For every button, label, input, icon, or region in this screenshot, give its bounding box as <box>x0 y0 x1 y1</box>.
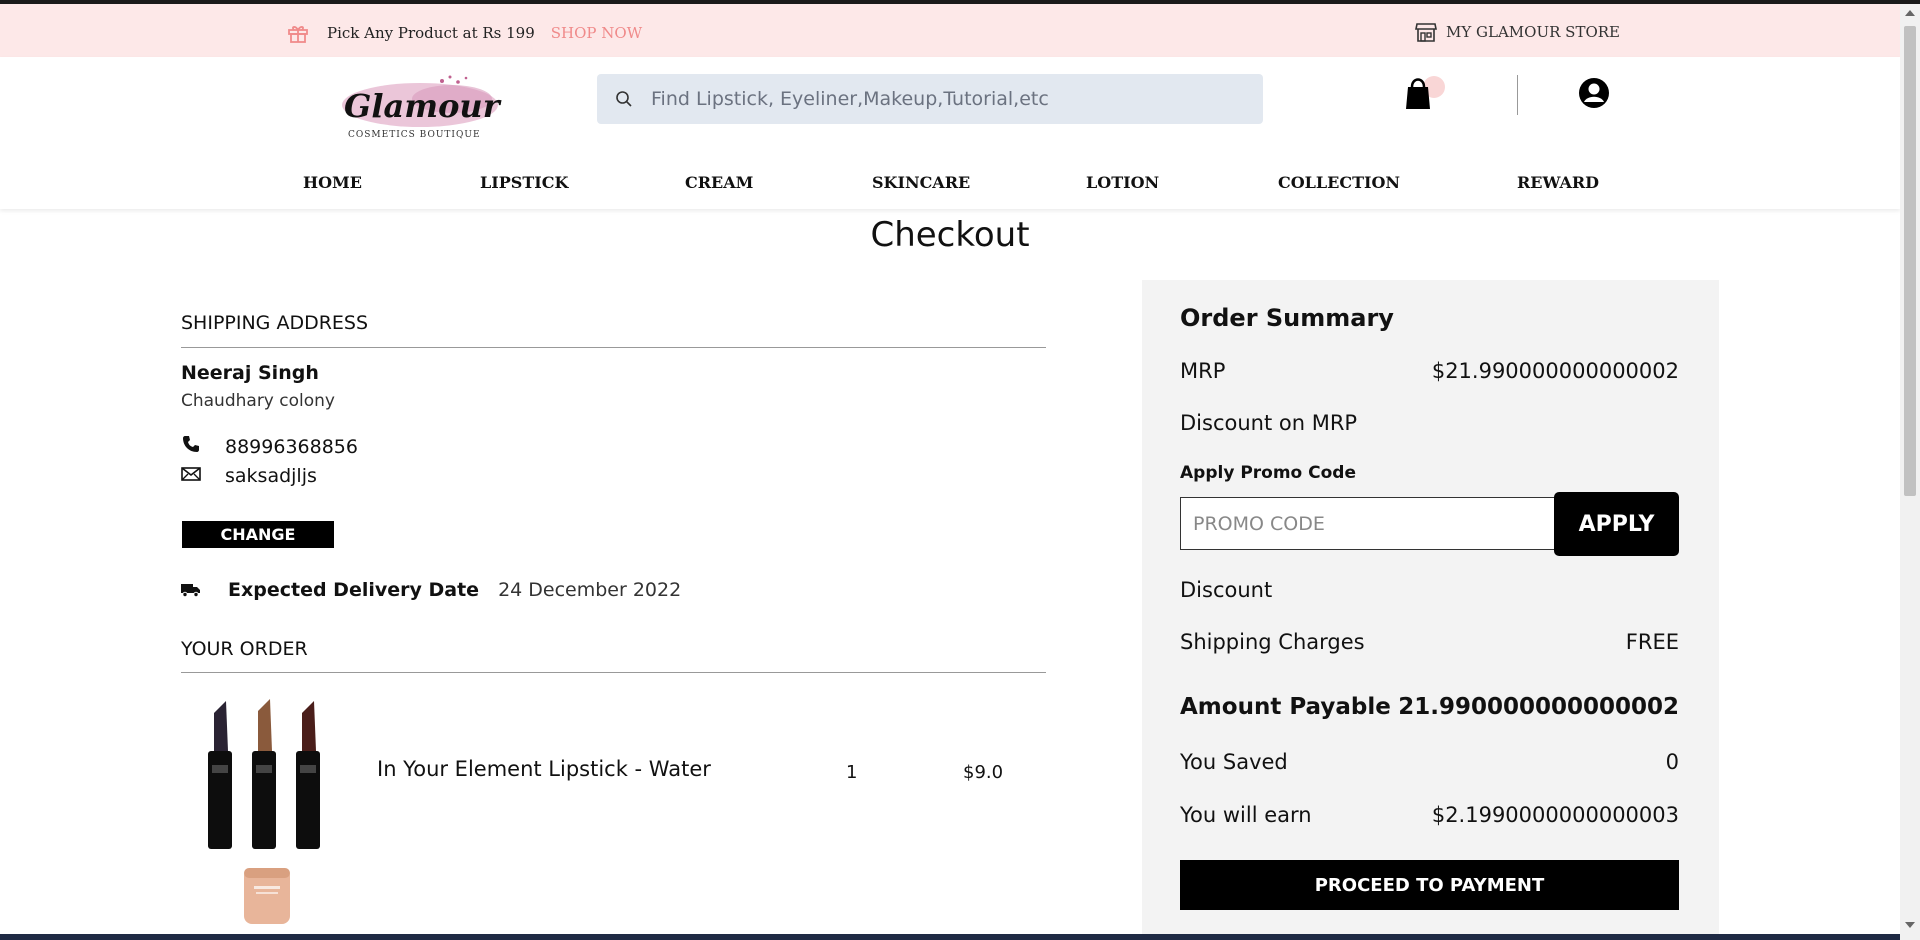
nav-skincare[interactable]: SKINCARE <box>872 173 970 192</box>
you-will-earn-row: You will earn $2.1990000000000003 <box>1180 803 1679 827</box>
delivery-date: 24 December 2022 <box>498 579 682 601</box>
second-product-image <box>244 868 290 924</box>
nav-cream[interactable]: CREAM <box>685 173 753 192</box>
promo-bar: Pick Any Product at Rs 199 SHOP NOW MY G… <box>0 4 1900 57</box>
window-bottom-edge <box>0 934 1900 940</box>
header-divider <box>1517 75 1518 115</box>
customer-address: Chaudhary colony <box>181 391 335 411</box>
phone-icon <box>183 436 199 452</box>
promo-text: Pick Any Product at Rs 199 <box>327 24 535 42</box>
account-icon[interactable] <box>1578 77 1610 109</box>
svg-text:COSMETICS BOUTIQUE: COSMETICS BOUTIQUE <box>348 130 481 140</box>
scroll-up-arrow-icon[interactable] <box>1905 10 1915 16</box>
you-saved-label: You Saved <box>1180 750 1288 774</box>
page-title: Checkout <box>870 215 1030 255</box>
my-store-link[interactable]: MY GLAMOUR STORE <box>1414 20 1620 44</box>
you-will-earn-label: You will earn <box>1180 803 1312 827</box>
mrp-label: MRP <box>1180 359 1226 383</box>
promo-code-input[interactable] <box>1180 497 1566 550</box>
search-bar[interactable] <box>597 74 1263 124</box>
delivery-row: Expected Delivery Date 24 December 2022 <box>181 579 681 601</box>
you-saved-row: You Saved 0 <box>1180 750 1679 774</box>
your-order-heading: YOUR ORDER <box>181 638 308 660</box>
discount-row: Discount <box>1180 578 1679 602</box>
you-saved-value: 0 <box>1665 750 1679 774</box>
shipping-charges-row: Shipping Charges FREE <box>1180 630 1679 654</box>
truck-icon <box>181 584 200 597</box>
shipping-address-heading: SHIPPING ADDRESS <box>181 312 369 334</box>
nav-reward[interactable]: REWARD <box>1517 173 1599 192</box>
gift-icon <box>288 26 308 43</box>
mrp-value: $21.990000000000002 <box>1431 359 1679 383</box>
product-quantity: 1 <box>846 762 858 783</box>
amount-payable-value: 21.990000000000002 <box>1398 694 1679 720</box>
store-label: MY GLAMOUR STORE <box>1446 23 1620 41</box>
shipping-divider <box>181 347 1046 348</box>
nav-lipstick[interactable]: LIPSTICK <box>480 173 568 192</box>
delivery-label: Expected Delivery Date <box>228 579 480 601</box>
proceed-to-payment-button[interactable]: PROCEED TO PAYMENT <box>1180 860 1679 910</box>
scroll-thumb[interactable] <box>1904 26 1916 496</box>
mrp-row: MRP $21.990000000000002 <box>1180 359 1679 383</box>
search-input[interactable] <box>649 87 1233 111</box>
store-icon <box>1415 23 1437 42</box>
scroll-down-arrow-icon[interactable] <box>1905 922 1915 928</box>
change-address-button[interactable]: CHANGE <box>182 521 334 548</box>
phone-number: 88996368856 <box>225 435 358 458</box>
product-name: In Your Element Lipstick - Water <box>377 757 711 781</box>
apply-promo-button[interactable]: APPLY <box>1554 492 1679 556</box>
site-header: Glamour COSMETICS BOUTIQUE HOME LIPSTICK… <box>0 57 1900 209</box>
promo-code-label: Apply Promo Code <box>1180 463 1357 483</box>
cart-icon[interactable] <box>1402 73 1448 113</box>
customer-name: Neeraj Singh <box>181 362 319 384</box>
order-summary-title: Order Summary <box>1180 304 1394 332</box>
order-divider <box>181 672 1046 673</box>
lipstick-product-image <box>208 699 320 849</box>
you-will-earn-value: $2.1990000000000003 <box>1431 803 1679 827</box>
amount-payable-label: Amount Payable <box>1180 694 1391 720</box>
nav-collection[interactable]: COLLECTION <box>1278 173 1400 192</box>
promo-message: Pick Any Product at Rs 199 SHOP NOW <box>286 21 642 45</box>
order-summary-panel: Order Summary MRP $21.990000000000002 Di… <box>1142 280 1719 940</box>
email-row: saksadjljs <box>181 465 317 487</box>
shipping-charges-label: Shipping Charges <box>1180 630 1365 654</box>
page-scrollbar[interactable] <box>1900 4 1920 940</box>
main-nav: HOME LIPSTICK CREAM SKINCARE LOTION COLL… <box>0 165 1900 205</box>
discount-label: Discount <box>1180 578 1273 602</box>
nav-home[interactable]: HOME <box>303 173 362 192</box>
email-address: saksadjljs <box>225 465 317 487</box>
search-icon <box>616 91 632 107</box>
shipping-charges-value: FREE <box>1625 630 1679 654</box>
phone-row: 88996368856 <box>181 434 358 459</box>
mail-icon <box>181 467 201 481</box>
product-price: $9.0 <box>963 762 1004 783</box>
glamour-logo[interactable]: Glamour COSMETICS BOUTIQUE <box>332 73 502 145</box>
amount-payable-row: Amount Payable 21.990000000000002 <box>1180 694 1679 720</box>
order-item: In Your Element Lipstick - Water 1 $9.0 <box>181 683 1041 853</box>
discount-mrp-label: Discount on MRP <box>1180 411 1358 435</box>
nav-lotion[interactable]: LOTION <box>1086 173 1159 192</box>
shop-now-link[interactable]: SHOP NOW <box>551 24 642 42</box>
discount-mrp-row: Discount on MRP <box>1180 411 1679 435</box>
svg-text:Glamour: Glamour <box>344 87 502 125</box>
